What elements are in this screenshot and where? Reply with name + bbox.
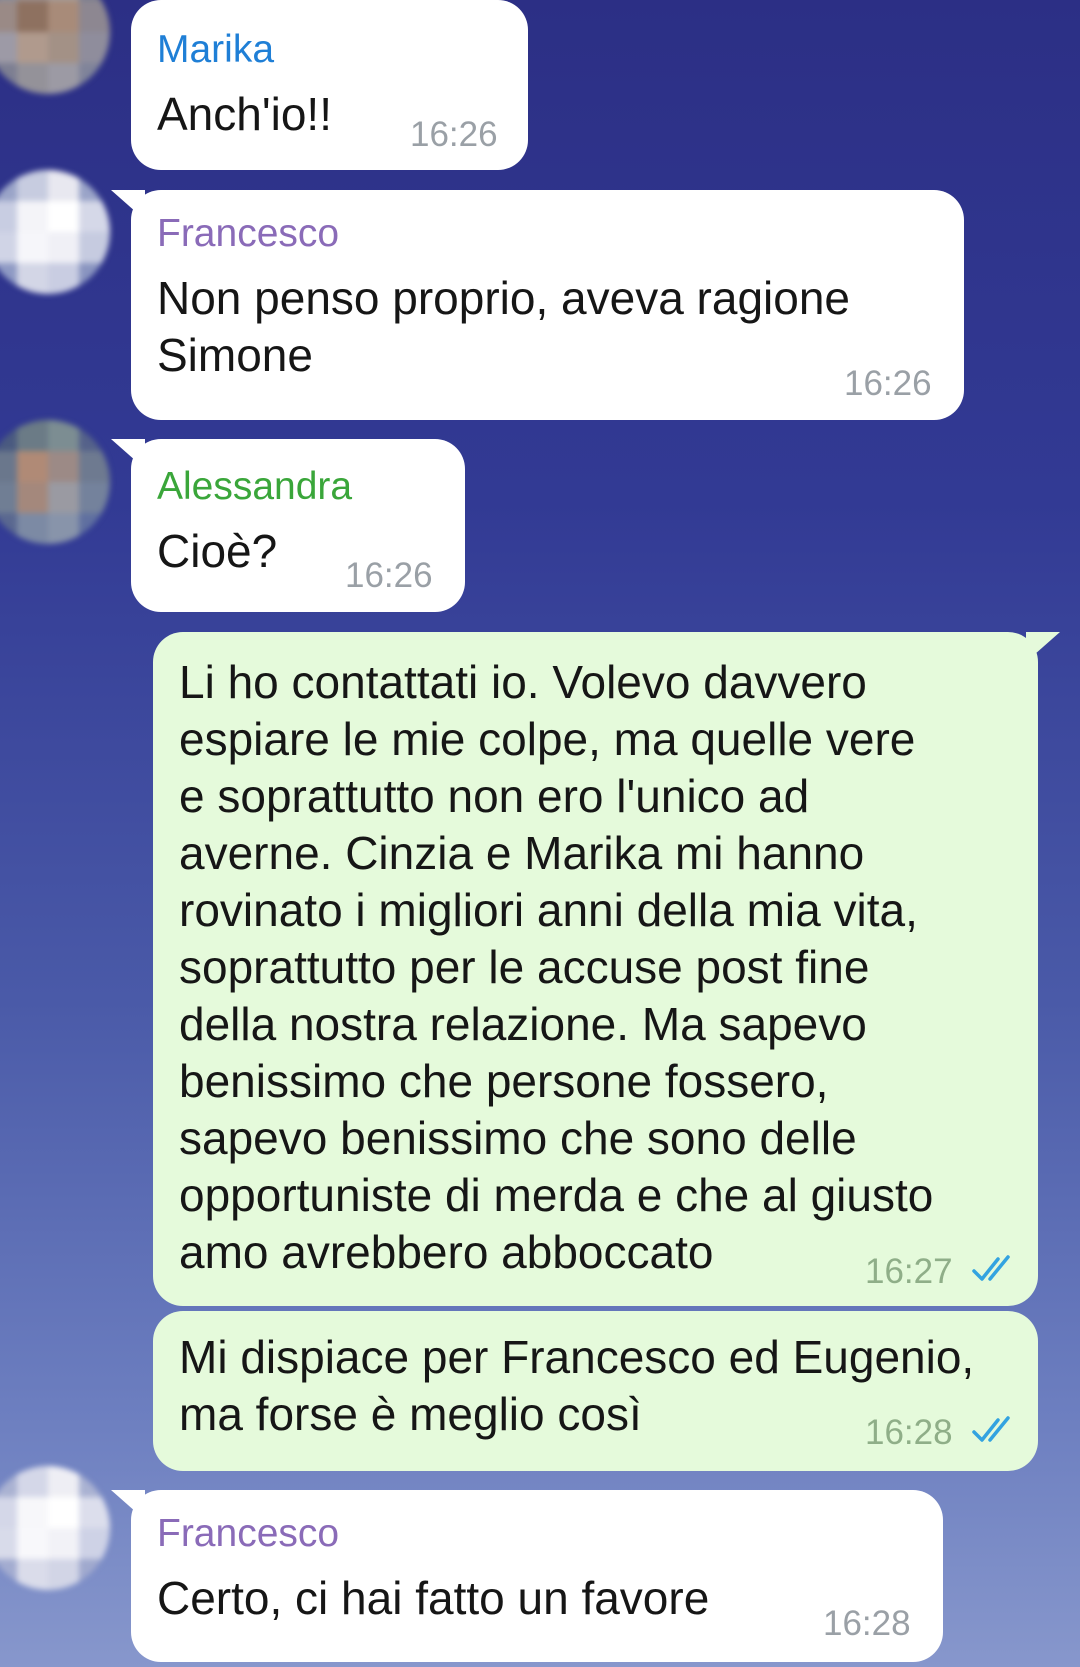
- double-check-icon: [972, 1416, 1010, 1442]
- message-text: Li ho contattati io. Volevo davvero espi…: [179, 656, 934, 1278]
- chat-thread[interactable]: Marika Anch'io!! 16:26 Francesco Non pen…: [0, 0, 1080, 1667]
- message-text: Certo, ci hai fatto un favore: [157, 1572, 710, 1624]
- message-bubble-outgoing[interactable]: Mi dispiace per Francesco ed Eugenio, ma…: [153, 1311, 1038, 1471]
- sender-name: Marika: [157, 28, 275, 71]
- bubble-tail: [111, 1490, 145, 1520]
- message-bubble-francesco[interactable]: Francesco Non penso proprio, aveva ragio…: [111, 190, 964, 420]
- message-time: 16:26: [844, 364, 932, 403]
- sender-name: Francesco: [157, 212, 340, 255]
- sender-name: Alessandra: [157, 465, 353, 508]
- message-time: 16:28: [865, 1413, 953, 1452]
- message-bubble-francesco[interactable]: Francesco Certo, ci hai fatto un favore …: [111, 1490, 943, 1662]
- message-text: Mi dispiace per Francesco ed Eugenio, ma…: [179, 1331, 975, 1440]
- bubble-tail: [1026, 632, 1060, 662]
- message-bubble-alessandra[interactable]: Alessandra Cioè? 16:26: [111, 439, 465, 612]
- avatar[interactable]: [0, 1466, 110, 1590]
- bubble-tail: [111, 190, 145, 220]
- avatar[interactable]: [0, 0, 110, 94]
- double-check-icon: [972, 1255, 1010, 1281]
- message-text: Cioè?: [157, 525, 278, 577]
- bubble-tail: [111, 439, 145, 469]
- message-bubble-outgoing[interactable]: Li ho contattati io. Volevo davvero espi…: [153, 632, 1060, 1306]
- message-time: 16:27: [865, 1252, 953, 1291]
- avatar[interactable]: [0, 420, 110, 544]
- message-time: 16:26: [410, 115, 498, 154]
- message-text: Anch'io!!: [157, 88, 332, 140]
- message-time: 16:28: [823, 1604, 911, 1643]
- message-time: 16:26: [345, 556, 433, 595]
- message-bubble-marika[interactable]: Marika Anch'io!! 16:26: [131, 0, 528, 170]
- message-text: Non penso proprio, aveva ragione Simone: [157, 272, 851, 381]
- avatar[interactable]: [0, 170, 110, 294]
- sender-name: Francesco: [157, 1512, 340, 1555]
